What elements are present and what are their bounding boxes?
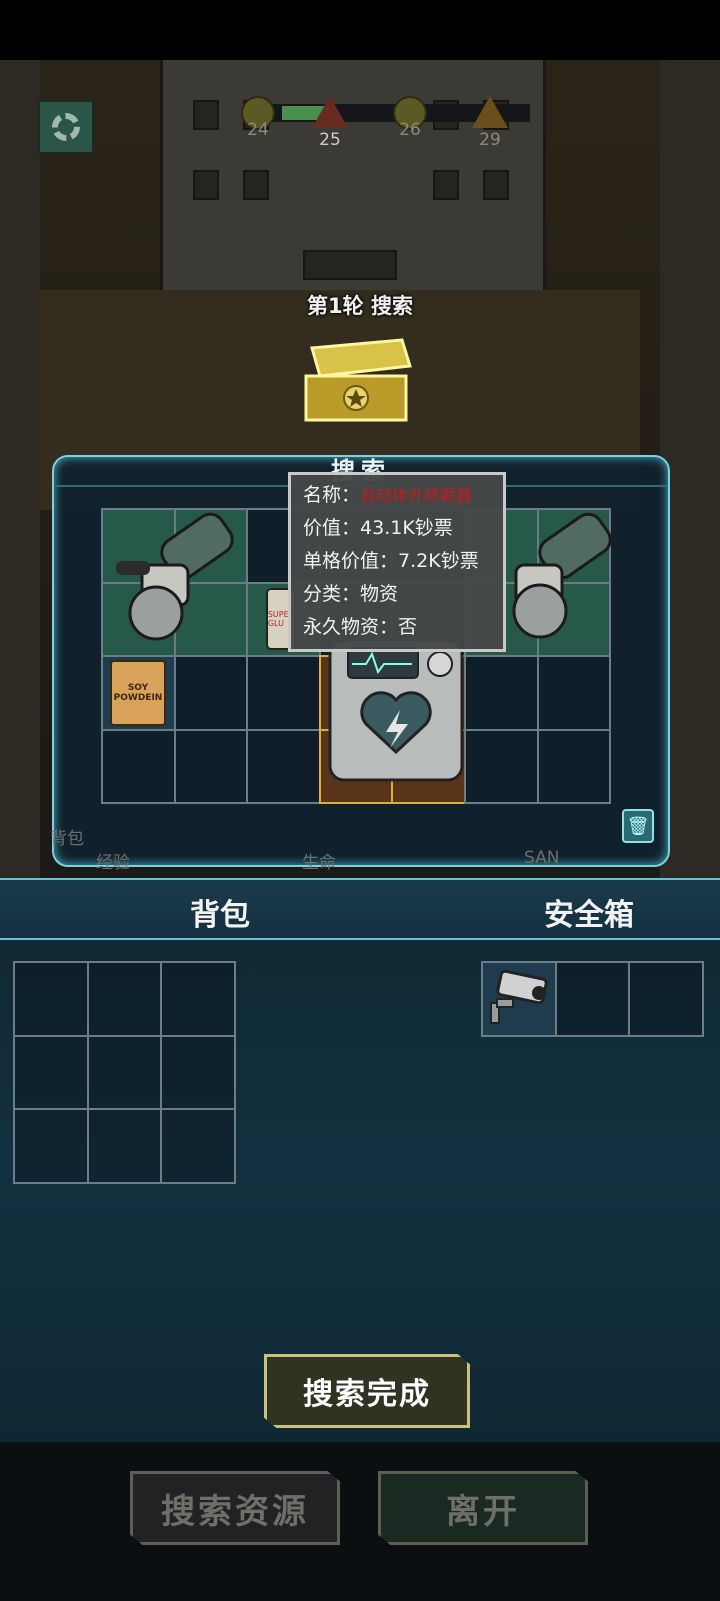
bag-small-label: 背包 <box>50 829 84 849</box>
tooltip-unit-value-row: 单格价值：7.2K钞票 <box>303 550 479 572</box>
tooltip-value-row: 价值：43.1K钞票 <box>303 517 453 539</box>
soy-protein-bag-icon[interactable]: SOY POWDEIN <box>110 660 166 726</box>
building <box>160 60 546 293</box>
gear-icon <box>52 113 80 141</box>
grid-cell[interactable] <box>463 655 539 731</box>
bag-cell[interactable] <box>86 1034 162 1110</box>
backpack-grid <box>13 961 236 1184</box>
angle-grinder-icon[interactable] <box>500 505 624 645</box>
bag-cell[interactable] <box>160 961 236 1037</box>
warning-triangle-icon <box>312 96 348 128</box>
tooltip-permanent-row: 永久物资：否 <box>303 616 418 638</box>
exp-label: 经验 <box>96 853 130 873</box>
bag-cell[interactable] <box>86 1108 162 1184</box>
search-complete-button[interactable]: 搜索完成 <box>264 1354 470 1428</box>
safe-cell[interactable] <box>554 961 630 1037</box>
item-name: 自动体外除颤器 <box>360 486 473 505</box>
wave-marker: 26 <box>390 96 430 146</box>
bag-cell[interactable] <box>160 1108 236 1184</box>
round-title: 第1轮 搜索 <box>307 294 413 318</box>
safe-box-title: 安全箱 <box>544 898 634 933</box>
settings-button[interactable] <box>38 100 94 154</box>
safe-box-grid <box>481 961 704 1037</box>
security-camera-icon[interactable] <box>483 963 553 1033</box>
grid-cell[interactable] <box>246 728 321 804</box>
san-label: SAN <box>524 848 560 868</box>
tooltip-category-row: 分类：物资 <box>303 583 399 605</box>
status-bar <box>0 0 720 60</box>
trash-icon[interactable]: 🗑 <box>622 809 654 843</box>
life-label: 生命 <box>302 853 336 873</box>
warning-triangle-icon <box>472 96 508 128</box>
grid-cell[interactable] <box>173 655 249 731</box>
bag-cell[interactable] <box>13 1108 89 1184</box>
angle-grinder-icon[interactable] <box>112 505 246 645</box>
bag-cell[interactable] <box>13 1034 89 1110</box>
safe-cell[interactable] <box>628 961 704 1037</box>
grid-cell[interactable] <box>536 728 612 804</box>
inventory-header: 背包 安全箱 <box>0 878 720 940</box>
wave-marker: 24 <box>238 96 278 146</box>
grid-cell[interactable] <box>463 728 539 804</box>
bag-cell[interactable] <box>13 961 89 1037</box>
footer-bar <box>0 1442 720 1601</box>
treasure-chest-icon <box>304 338 412 422</box>
grid-cell[interactable] <box>536 655 612 731</box>
search-resources-button[interactable]: 搜索资源 <box>130 1471 340 1545</box>
leave-button[interactable]: 离开 <box>378 1471 588 1545</box>
wave-marker: 29 <box>470 96 510 150</box>
grid-cell[interactable] <box>101 728 176 804</box>
bag-cell[interactable] <box>160 1034 236 1110</box>
grid-cell[interactable] <box>246 655 321 731</box>
item-tooltip: 名称：自动体外除颤器 价值：43.1K钞票 单格价值：7.2K钞票 分类：物资 … <box>288 472 506 652</box>
defibrillator-icon[interactable] <box>326 640 466 790</box>
tooltip-name-row: 名称：自动体外除颤器 <box>303 484 473 506</box>
wave-marker: 25 <box>310 96 350 150</box>
grid-cell[interactable] <box>173 728 249 804</box>
bag-cell[interactable] <box>86 961 162 1037</box>
stat-labels: 背包 经验 生命 SAN <box>0 829 720 878</box>
bag-title: 背包 <box>190 898 250 933</box>
safe-cell[interactable] <box>481 961 557 1037</box>
